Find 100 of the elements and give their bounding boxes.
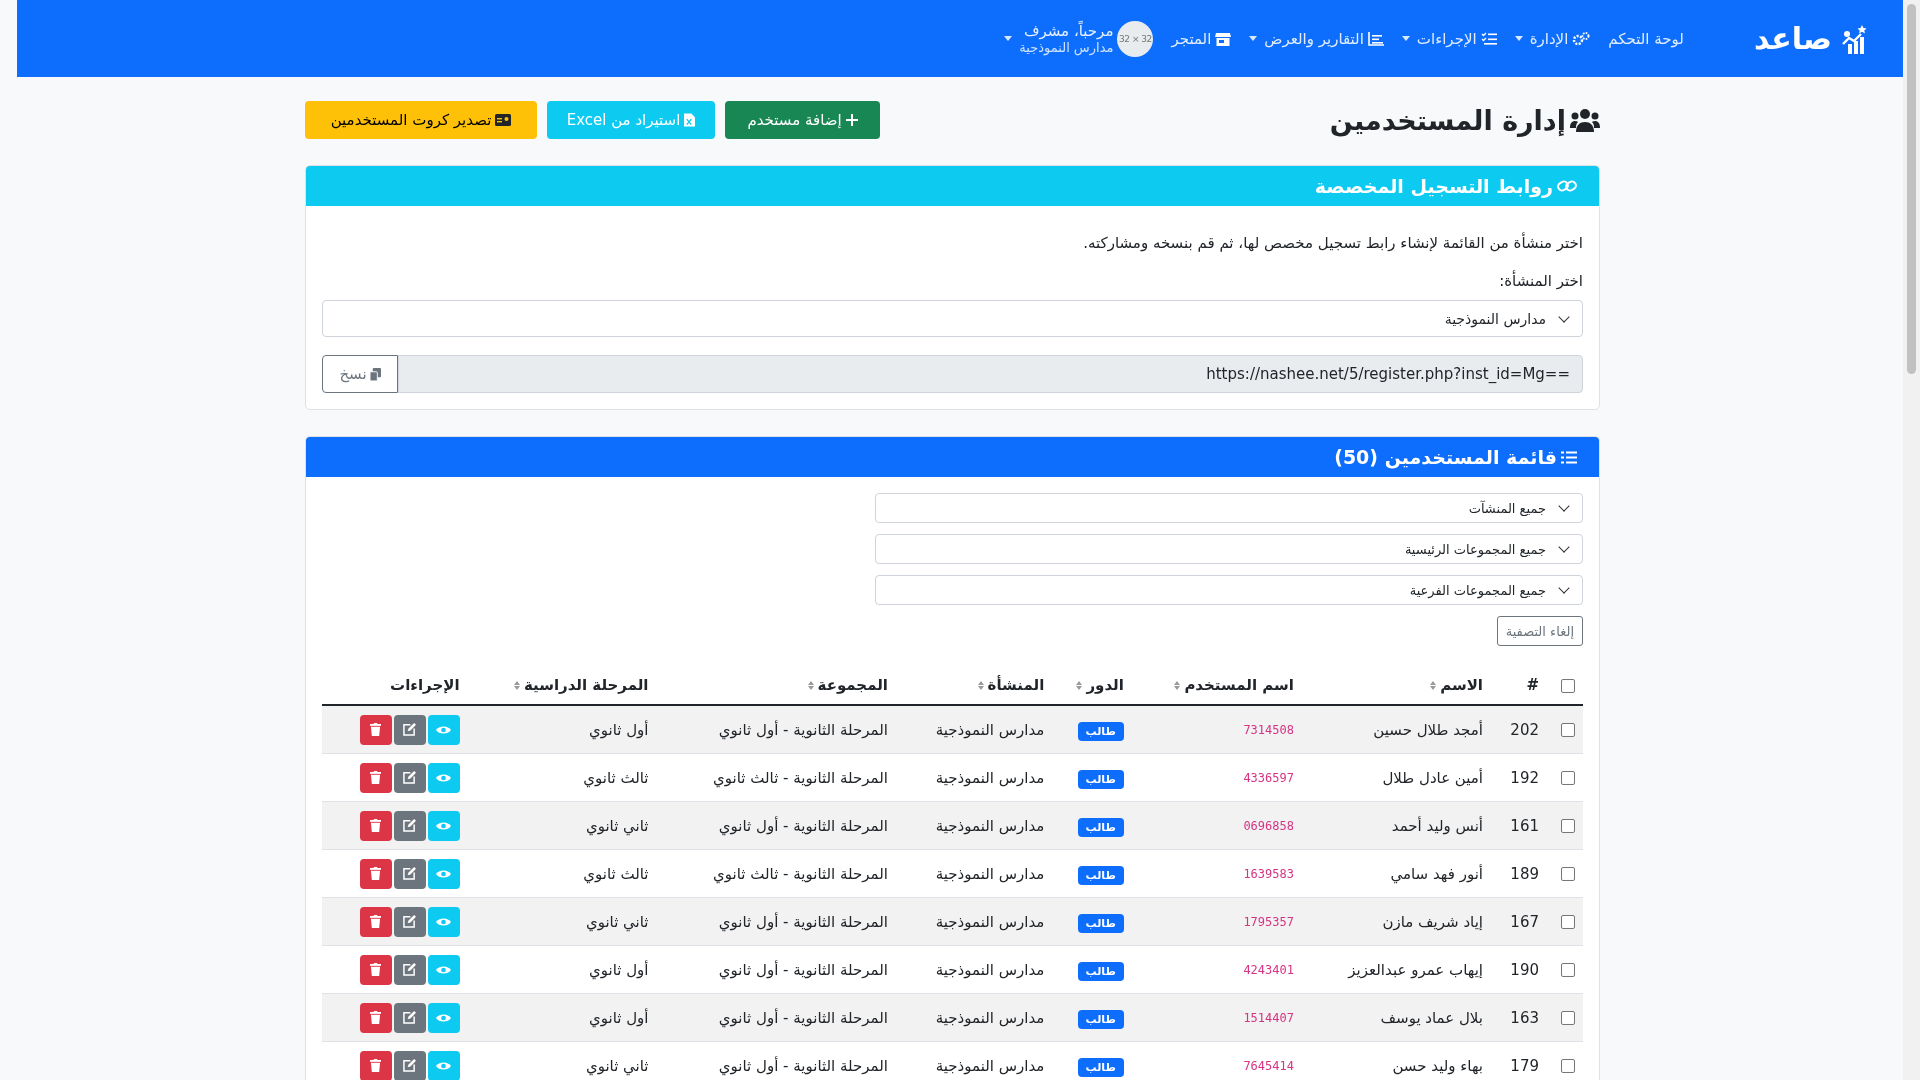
filter-select[interactable]: جميع المنشآت: [875, 493, 1583, 523]
action-button[interactable]: تصدير كروت المستخدمين: [305, 101, 537, 139]
sort-icon: [513, 680, 520, 690]
table-cell: المرحلة الثانوية - أول ثانوي: [656, 897, 896, 946]
trash-icon: [370, 1011, 382, 1024]
table-cell: مدارس النموذجية: [896, 993, 1053, 1042]
copy-icon: [369, 367, 381, 381]
user-organization: مدارس النموذجية: [1019, 39, 1114, 56]
row-checkbox[interactable]: [1561, 819, 1575, 833]
table-cell: أمجد طلال حسين: [1301, 705, 1491, 754]
table-cell: أول ثانوي: [467, 705, 657, 754]
table-cell: مدارس النموذجية: [896, 1041, 1053, 1080]
edit-button[interactable]: [393, 954, 426, 985]
caret-icon: [1514, 36, 1523, 41]
eye-icon: [436, 724, 452, 735]
row-checkbox[interactable]: [1561, 1059, 1575, 1073]
scrollbar[interactable]: [1903, 0, 1920, 1080]
brand-logo[interactable]: صاعد: [1753, 21, 1868, 56]
table-cell: أنور فهد سامي: [1301, 849, 1491, 898]
table-cell: 7645414: [1131, 1041, 1302, 1080]
edit-icon: [403, 1011, 417, 1024]
row-checkbox[interactable]: [1561, 867, 1575, 881]
table-cell: المرحلة الثانوية - ثالث ثانوي: [656, 753, 896, 802]
row-checkbox[interactable]: [1561, 771, 1575, 785]
row-checkbox[interactable]: [1561, 963, 1575, 977]
table-cell: ثاني ثانوي: [467, 801, 657, 850]
role-badge: طالب: [1077, 721, 1124, 741]
table-cell: إياد شريف مازن: [1301, 897, 1491, 946]
filter-select[interactable]: جميع المجموعات الرئيسية: [875, 534, 1583, 564]
list-icon: [1561, 450, 1577, 464]
delete-button[interactable]: [359, 714, 392, 745]
role-badge: طالب: [1077, 769, 1124, 789]
role-badge: طالب: [1077, 1057, 1124, 1077]
nav-link[interactable]: التقارير والعرض: [1249, 29, 1384, 48]
sort-icon: [1174, 680, 1181, 690]
delete-button[interactable]: [359, 1050, 392, 1080]
clear-filter-button[interactable]: إلغاء التصفية: [1496, 616, 1583, 646]
delete-button[interactable]: [359, 906, 392, 937]
delete-button[interactable]: [359, 762, 392, 793]
filter-select[interactable]: جميع المجموعات الفرعية: [875, 575, 1583, 605]
nav-link[interactable]: الإدارة: [1514, 29, 1591, 48]
table-cell: 1514407: [1131, 993, 1302, 1042]
table-cell: بهاء وليد حسن: [1301, 1041, 1491, 1080]
table-cell: 0696858: [1131, 801, 1302, 850]
row-checkbox[interactable]: [1561, 1011, 1575, 1025]
scrollbar-thumb[interactable]: [1907, 4, 1916, 374]
edit-button[interactable]: [393, 810, 426, 841]
trash-icon: [370, 915, 382, 928]
row-checkbox[interactable]: [1561, 915, 1575, 929]
table-cell: مدارس النموذجية: [896, 753, 1053, 802]
edit-button[interactable]: [393, 714, 426, 745]
trash-icon: [370, 1059, 382, 1072]
table-cell: 4243401: [1131, 945, 1302, 994]
action-button[interactable]: إضافة مستخدم: [725, 101, 880, 139]
sort-icon: [807, 680, 814, 690]
caret-icon: [1004, 36, 1013, 41]
table-cell: أول ثانوي: [467, 945, 657, 994]
nav-link[interactable]: لوحة التحكم: [1608, 29, 1684, 48]
table-cell: أول ثانوي: [467, 993, 657, 1042]
avatar: 32 × 32: [1117, 20, 1154, 57]
edit-icon: [403, 915, 417, 928]
edit-button[interactable]: [393, 762, 426, 793]
copy-button[interactable]: نسخ: [322, 355, 398, 393]
trash-icon: [370, 771, 382, 784]
trash-icon: [370, 963, 382, 976]
users-icon: [1570, 108, 1600, 132]
gears-icon: [1572, 31, 1591, 46]
checklist-icon: [1480, 32, 1497, 45]
edit-icon: [403, 963, 417, 976]
edit-button[interactable]: [393, 906, 426, 937]
edit-button[interactable]: [393, 858, 426, 889]
edit-button[interactable]: [393, 1050, 426, 1080]
delete-button[interactable]: [359, 1002, 392, 1033]
delete-button[interactable]: [359, 954, 392, 985]
table-cell: ثالث ثانوي: [467, 849, 657, 898]
field-label: اختر المنشأة:: [1498, 272, 1583, 290]
eye-icon: [436, 868, 452, 879]
sort-icon: [1076, 680, 1083, 690]
table-cell: 167: [1491, 897, 1547, 946]
url-field[interactable]: https://nashee.net/5/register.php?inst_id=Mg==: [398, 355, 1583, 393]
institution-select[interactable]: مدارس النموذجية: [322, 300, 1583, 337]
user-greeting: مرحباً، مشرف: [1022, 21, 1114, 40]
eye-icon: [436, 964, 452, 975]
row-checkbox[interactable]: [1561, 723, 1575, 737]
role-badge: طالب: [1077, 865, 1124, 885]
table-cell: المرحلة الثانوية - ثالث ثانوي: [656, 849, 896, 898]
table-cell: أنس وليد أحمد: [1301, 801, 1491, 850]
delete-button[interactable]: [359, 810, 392, 841]
nav-link[interactable]: المتجر: [1171, 29, 1232, 48]
table-cell: 189: [1491, 849, 1547, 898]
edit-button[interactable]: [393, 1002, 426, 1033]
table-cell: المرحلة الثانوية - أول ثانوي: [656, 1041, 896, 1080]
delete-button[interactable]: [359, 858, 392, 889]
eye-icon: [436, 820, 452, 831]
nav-link[interactable]: الإجراءات: [1401, 29, 1497, 48]
eye-icon: [436, 1012, 452, 1023]
caret-icon: [1249, 36, 1258, 41]
select-all-checkbox[interactable]: [1561, 678, 1575, 693]
table-cell: 202: [1491, 705, 1547, 754]
table-cell: المرحلة الثانوية - أول ثانوي: [656, 945, 896, 994]
